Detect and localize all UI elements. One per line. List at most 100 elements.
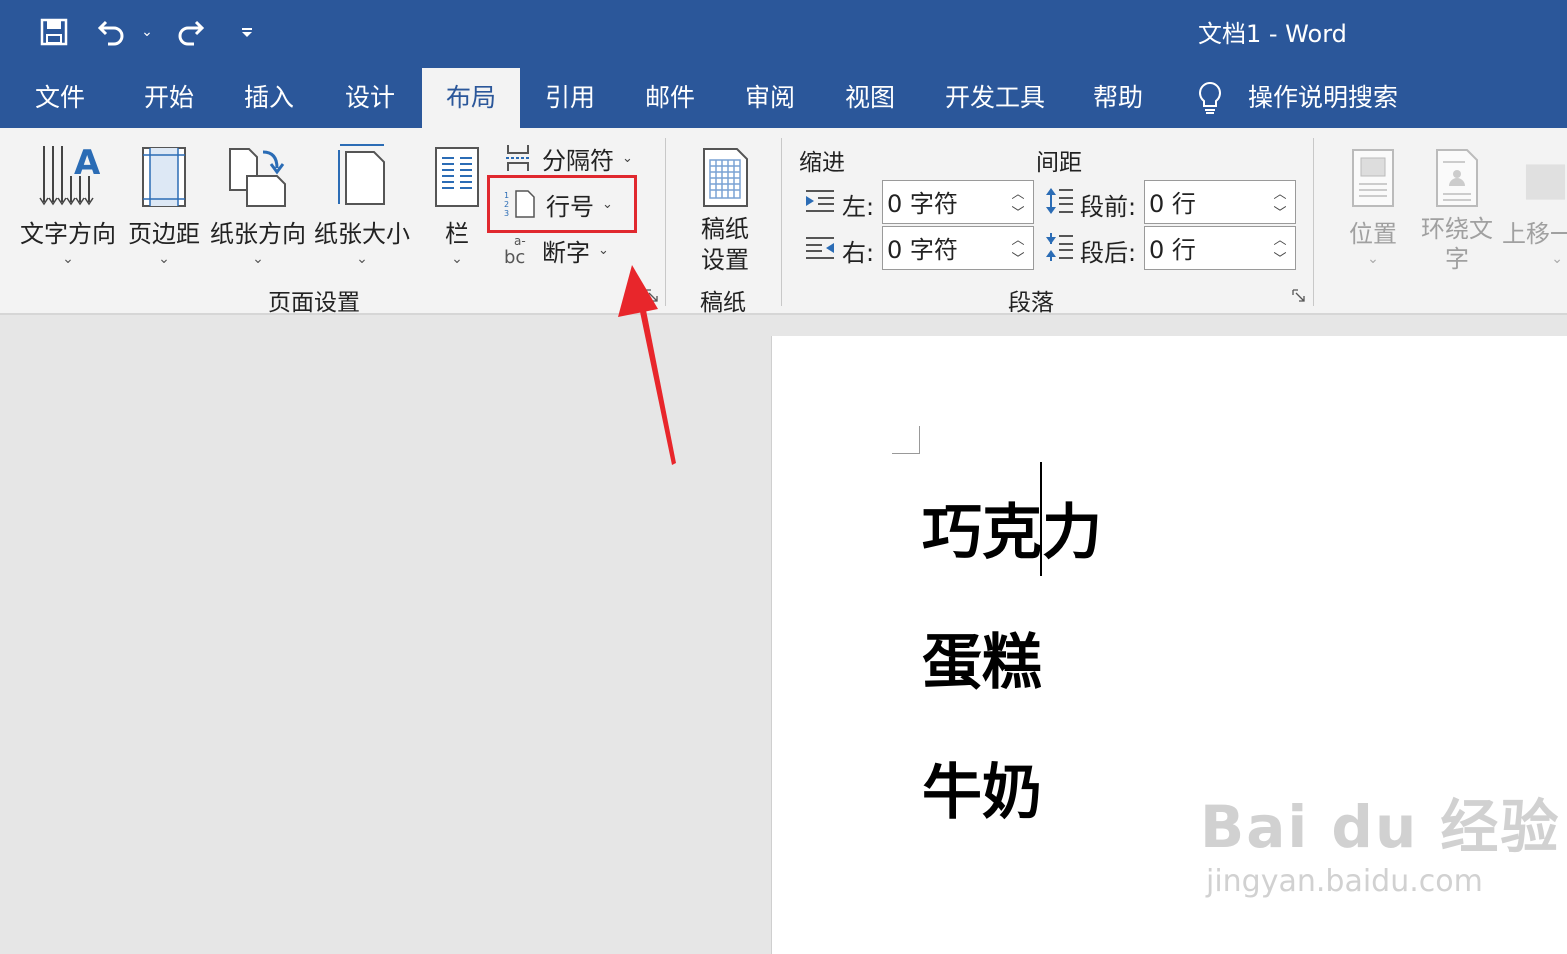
tab-home[interactable]: 开始 xyxy=(144,68,194,128)
ribbon-tab-bar: 文件 开始 插入 设计 布局 引用 邮件 审阅 视图 开发工具 帮助 操作说明搜… xyxy=(0,68,1567,128)
manuscript-settings-button[interactable]: 稿纸 设置 xyxy=(690,138,760,276)
indent-left-spinner[interactable]: ︿﹀ xyxy=(882,180,1034,224)
spin-up-icon[interactable]: ︿ xyxy=(1011,229,1024,248)
document-line-3[interactable]: 牛奶 xyxy=(922,744,1042,831)
undo-icon[interactable] xyxy=(92,14,132,50)
wrap-text-icon xyxy=(1418,138,1496,208)
chevron-down-icon: ⌄ xyxy=(356,251,368,267)
group-separator xyxy=(1313,138,1314,306)
hyphenation-label: 断字 xyxy=(542,238,590,267)
position-button[interactable]: 位置 ⌄ xyxy=(1342,138,1404,267)
spin-up-icon[interactable]: ︿ xyxy=(1273,183,1286,202)
indent-right-spinner[interactable]: ︿﹀ xyxy=(882,226,1034,270)
manuscript-settings-label: 稿纸 设置 xyxy=(701,215,749,274)
chevron-down-icon: ⌄ xyxy=(598,242,609,258)
svg-text:bc: bc xyxy=(504,247,525,265)
bring-forward-label: 上移一 xyxy=(1502,220,1567,248)
tab-help[interactable]: 帮助 xyxy=(1093,68,1143,128)
spacing-before-spinner[interactable]: ︿﹀ xyxy=(1144,180,1296,224)
spin-down-icon[interactable]: ﹀ xyxy=(1273,248,1286,267)
document-line-2[interactable]: 蛋糕 xyxy=(922,614,1042,701)
group-separator xyxy=(781,138,782,306)
tab-insert[interactable]: 插入 xyxy=(244,68,294,128)
redo-icon[interactable] xyxy=(170,14,210,50)
position-label: 位置 xyxy=(1349,220,1397,248)
spin-down-icon[interactable]: ﹀ xyxy=(1011,202,1024,221)
watermark-url: jingyan.baidu.com xyxy=(1206,864,1483,899)
chevron-down-icon: ⌄ xyxy=(451,251,463,267)
chevron-down-icon: ⌄ xyxy=(622,150,633,166)
spacing-before-input[interactable] xyxy=(1145,181,1269,221)
wrap-text-button[interactable]: 环绕文 字 xyxy=(1418,138,1496,274)
tab-design[interactable]: 设计 xyxy=(345,68,395,128)
indent-right-input[interactable] xyxy=(883,227,1007,267)
breaks-icon xyxy=(504,143,532,173)
tab-file[interactable]: 文件 xyxy=(35,68,85,128)
wrap-text-label: 环绕文 字 xyxy=(1421,215,1493,273)
spacing-before-label: 段前: xyxy=(1080,193,1137,221)
tell-me-search[interactable]: 操作说明搜索 xyxy=(1196,68,1398,128)
position-icon xyxy=(1342,138,1404,208)
customize-qat-icon[interactable] xyxy=(236,14,258,50)
title-bar: ⌄ 文档1 - Word xyxy=(0,0,1567,68)
spin-down-icon[interactable]: ﹀ xyxy=(1011,248,1024,267)
indent-left-label: 左: xyxy=(842,193,875,221)
bring-forward-button[interactable]: 上移一 ⌄ xyxy=(1502,138,1567,267)
orientation-icon xyxy=(208,138,308,208)
tab-developer[interactable]: 开发工具 xyxy=(945,68,1045,128)
tab-view[interactable]: 视图 xyxy=(845,68,895,128)
save-icon[interactable] xyxy=(36,14,72,50)
text-direction-label: 文字方向 xyxy=(20,220,116,248)
orientation-label: 纸张方向 xyxy=(210,220,306,248)
page-size-label: 纸张大小 xyxy=(314,220,410,248)
spacing-after-input[interactable] xyxy=(1145,227,1269,267)
columns-label: 栏 xyxy=(445,220,469,248)
chevron-down-icon: ⌄ xyxy=(1551,251,1563,267)
spacing-after-spinner[interactable]: ︿﹀ xyxy=(1144,226,1296,270)
margins-button[interactable]: 页边距 ⌄ xyxy=(124,138,204,267)
line-numbers-label: 行号 xyxy=(546,192,594,221)
breaks-button[interactable]: 分隔符 ⌄ xyxy=(504,138,633,178)
page-size-icon xyxy=(312,138,412,208)
svg-text:2: 2 xyxy=(504,200,509,209)
hyphenation-button[interactable]: a-bc 断字 ⌄ xyxy=(504,230,609,270)
undo-dropdown-icon[interactable]: ⌄ xyxy=(138,14,156,50)
indent-left-input[interactable] xyxy=(883,181,1007,221)
orientation-button[interactable]: 纸张方向 ⌄ xyxy=(208,138,308,267)
paragraph-launcher-icon[interactable] xyxy=(1292,288,1306,302)
page-size-button[interactable]: 纸张大小 ⌄ xyxy=(312,138,412,267)
spin-down-icon[interactable]: ﹀ xyxy=(1273,202,1286,221)
line-numbers-button[interactable]: 123 行号 ⌄ xyxy=(504,184,613,224)
page-setup-group-label: 页面设置 xyxy=(268,290,360,316)
spacing-before-icon xyxy=(1043,186,1075,220)
chevron-down-icon: ⌄ xyxy=(62,251,74,267)
indent-left-icon xyxy=(804,188,836,218)
baidu-watermark: Bai du 经验 jingyan.baidu.com xyxy=(1200,780,1560,899)
manuscript-group-label: 稿纸 xyxy=(700,290,746,316)
indent-right-icon xyxy=(804,235,836,265)
chevron-down-icon: ⌄ xyxy=(1367,251,1379,267)
hyphenation-icon: a-bc xyxy=(504,235,532,265)
tab-layout[interactable]: 布局 xyxy=(422,68,521,128)
paragraph-group-label: 段落 xyxy=(1008,290,1054,316)
margins-label: 页边距 xyxy=(128,220,200,248)
spacing-after-icon xyxy=(1043,232,1075,266)
margin-corner-mark xyxy=(892,426,920,454)
spacing-heading: 间距 xyxy=(1036,150,1082,176)
text-direction-button[interactable]: A 文字方向 ⌄ xyxy=(18,138,118,267)
document-line-1[interactable]: 巧克力 xyxy=(922,484,1102,571)
spin-up-icon[interactable]: ︿ xyxy=(1011,183,1024,202)
svg-text:A: A xyxy=(74,143,100,183)
tab-references[interactable]: 引用 xyxy=(545,68,595,128)
lightbulb-icon xyxy=(1196,80,1224,116)
tab-mailings[interactable]: 邮件 xyxy=(645,68,695,128)
search-label: 操作说明搜索 xyxy=(1248,83,1399,112)
margins-icon xyxy=(124,138,204,208)
columns-button[interactable]: 栏 ⌄ xyxy=(430,138,484,267)
tab-review[interactable]: 审阅 xyxy=(745,68,795,128)
bring-forward-icon xyxy=(1502,138,1567,208)
breaks-label: 分隔符 xyxy=(542,146,614,175)
svg-text:1: 1 xyxy=(504,191,509,200)
indent-right-label: 右: xyxy=(842,239,875,267)
spin-up-icon[interactable]: ︿ xyxy=(1273,229,1286,248)
